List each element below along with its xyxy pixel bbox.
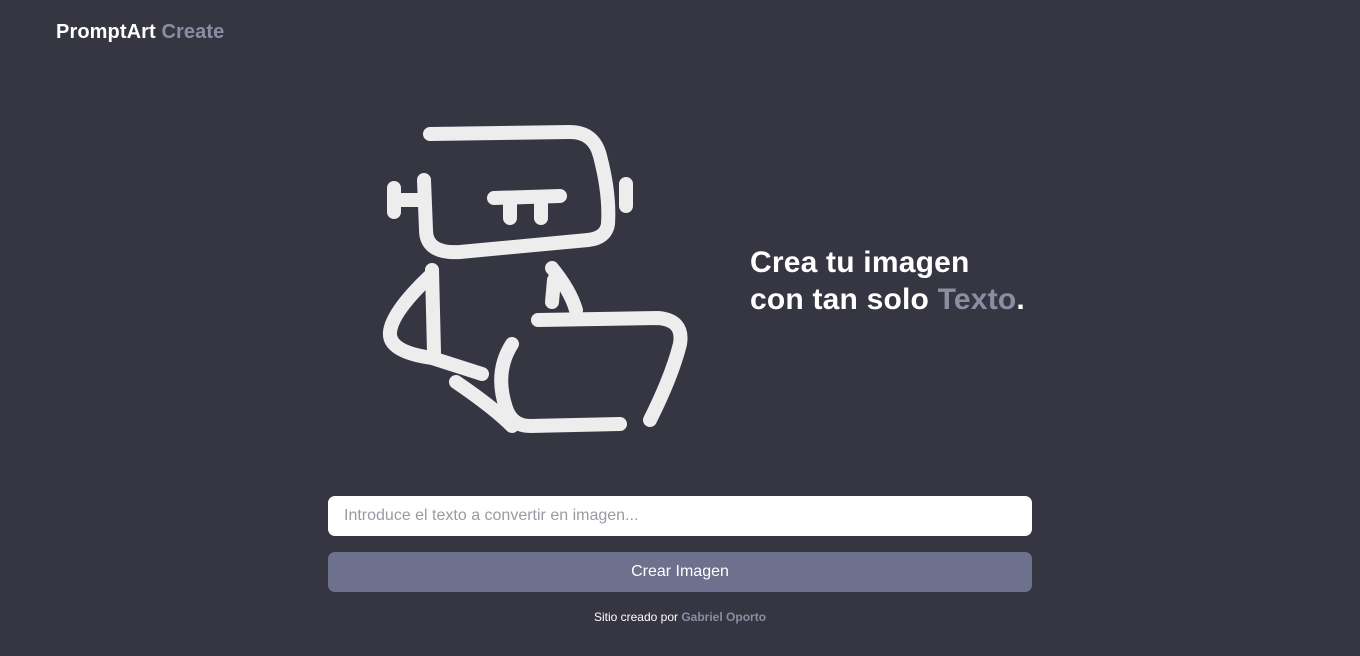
author-link[interactable]: Gabriel Oporto — [681, 610, 766, 624]
footer-prefix: Sitio creado por — [593, 610, 678, 624]
brand-name: PromptArt — [56, 21, 156, 43]
hero-line-1: Crea tu imagen — [750, 246, 970, 279]
brand-suffix: Create — [161, 21, 225, 43]
footer-credit: Sitio creado por Gabriel Oporto — [0, 608, 1360, 626]
hero-accent-word: Texto — [937, 283, 1017, 316]
hero-line-2-prefix: con tan solo — [750, 283, 930, 316]
hero-headline: Crea tu imagen con tan solo Texto. — [750, 244, 1025, 318]
page: PromptArt Create Crea tu imagen con tan … — [0, 0, 1360, 656]
hero-line-2: con tan solo Texto. — [750, 281, 1025, 318]
brand-logo[interactable]: PromptArt Create — [56, 20, 224, 44]
prompt-input[interactable] — [328, 496, 1032, 536]
robot-with-laptop-icon — [383, 125, 688, 433]
create-image-button[interactable]: Crear Imagen — [328, 552, 1032, 592]
hero-line-2-suffix: . — [1016, 283, 1025, 316]
